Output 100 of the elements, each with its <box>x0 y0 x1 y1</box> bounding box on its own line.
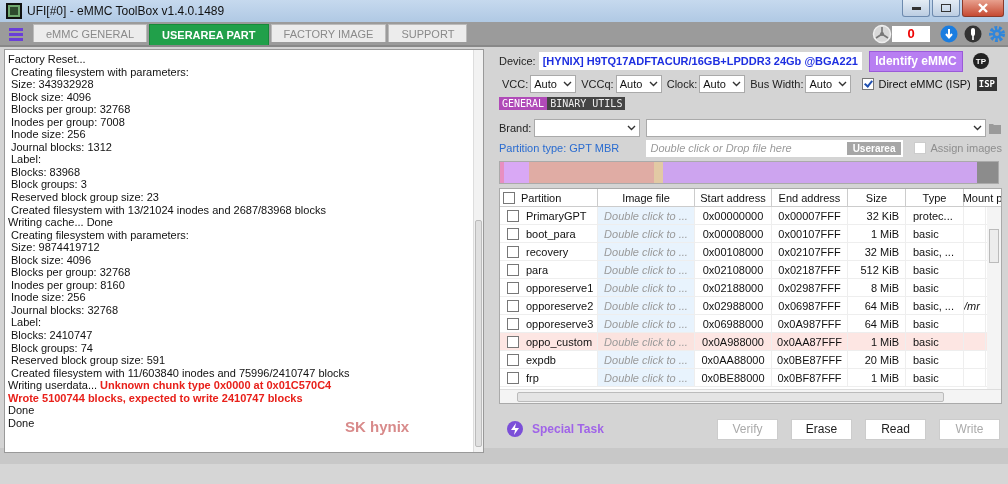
chevron-icon <box>648 81 658 87</box>
table-row[interactable]: oppo_custom Double click to ... 0x0A988000 0x0AA87FFF 1 MiB basic <box>500 333 987 351</box>
table-row[interactable]: frp Double click to ... 0x0BE88000 0x0BF87FFF 1 MiB basic <box>500 369 987 387</box>
row-checkbox[interactable] <box>507 227 519 240</box>
table-cell: opporeserve3 <box>526 317 594 330</box>
table-cell: 0x00108000 <box>702 245 764 258</box>
table-cell: 0x00000000 <box>702 209 764 222</box>
table-cell: basic, ... <box>913 299 954 312</box>
log-line: Blocks per group: 32768 <box>10 103 131 116</box>
column-header[interactable]: Partition <box>500 189 598 206</box>
direct-emmc-checkbox[interactable]: Direct eMMC (ISP) <box>862 78 971 90</box>
table-cell: basic <box>913 371 939 384</box>
table-row[interactable]: boot_para Double click to ... 0x00008000 0x00107FFF 1 MiB basic <box>500 225 987 243</box>
table-cell: 1 MiB <box>870 227 899 240</box>
select-label: Clock: <box>666 78 698 90</box>
log-line: Block size: 4096 <box>10 253 92 267</box>
dropdown[interactable]: Auto <box>615 75 662 93</box>
table-cell: frp <box>526 371 539 384</box>
action-button[interactable]: Erase <box>791 418 852 440</box>
table-cell: /mr <box>964 299 980 312</box>
table-cell: basic <box>913 335 939 348</box>
table-row[interactable]: PrimaryGPT Double click to ... 0x00000000 0x00007FFF 32 KiB protec... <box>500 207 987 225</box>
column-header[interactable]: Start address <box>695 189 772 206</box>
table-row[interactable]: expdb Double click to ... 0x0AA88000 0x0BE87FFF 20 MiB basic <box>500 351 987 369</box>
log-line: Journal blocks: 1312 <box>10 140 112 154</box>
table-row[interactable]: opporeserve2 Double click to ... 0x02988000 0x06987FFF 64 MiB basic, ... /mr <box>500 297 987 315</box>
isp-badge: ISP <box>976 77 997 91</box>
device-label: Device: <box>499 55 536 67</box>
table-cell: 0x02187FFF <box>778 263 841 276</box>
row-checkbox[interactable] <box>507 335 519 348</box>
brand-dropdown[interactable] <box>534 119 641 137</box>
table-cell: 0x02988000 <box>702 299 764 312</box>
log-line: Journal blocks: 32768 <box>10 303 118 317</box>
device-field[interactable]: [HYNIX] H9TQ17ADFTACUR/16GB+LPDDR3 24Gb @BGA221 <box>538 52 862 70</box>
table-cell: 0x00007FFF <box>778 209 841 222</box>
log-line: Size: 343932928 <box>10 78 94 91</box>
dropdown[interactable]: Auto <box>699 75 746 93</box>
log-line: Inodes per group: 7008 <box>10 115 125 129</box>
chevron-icon <box>627 125 637 131</box>
row-checkbox[interactable] <box>507 245 519 258</box>
download-icon[interactable] <box>940 24 958 43</box>
select-label: VCC: <box>502 78 529 90</box>
usb-icon[interactable] <box>964 24 982 43</box>
close-button[interactable] <box>962 0 1004 17</box>
table-cell: basic <box>913 317 939 330</box>
network-icon[interactable] <box>872 23 892 44</box>
row-checkbox[interactable] <box>507 209 519 222</box>
row-checkbox[interactable] <box>507 299 519 312</box>
action-button[interactable]: Read <box>865 418 926 440</box>
app-icon <box>6 3 22 19</box>
table-row[interactable]: opporeserve1 Double click to ... 0x02188000 0x02987FFF 8 MiB basic <box>500 279 987 297</box>
chevron-icon <box>732 81 742 87</box>
table-cell: expdb <box>526 353 556 366</box>
column-header[interactable]: Image file <box>598 189 695 206</box>
table-cell: para <box>526 263 549 276</box>
log-line: Writing userdata... Unknown chunk type 0x0000 at 0x01C570C4 <box>8 379 332 392</box>
log-line: Label: <box>10 153 41 166</box>
tp-badge[interactable]: TP <box>972 53 989 69</box>
log-line: Writing cache... Done <box>8 216 113 229</box>
model-dropdown[interactable] <box>646 119 987 137</box>
maximize-button[interactable] <box>932 0 960 17</box>
column-header[interactable]: Size <box>848 189 906 206</box>
table-cell: 20 MiB <box>864 353 899 366</box>
close-icon <box>977 3 989 13</box>
tab[interactable]: BINARY UTILS <box>547 97 626 110</box>
table-cell: basic, ... <box>913 245 954 258</box>
log-line: Inodes per group: 8160 <box>10 278 125 292</box>
dropdown[interactable]: Auto <box>805 75 852 93</box>
select-label: VCCq: <box>581 78 614 90</box>
table-row[interactable]: para Double click to ... 0x02108000 0x02187FFF 512 KiB basic <box>500 261 987 279</box>
table-cell: 0x0BE87FFF <box>777 353 842 366</box>
tab[interactable]: GENERAL <box>499 97 548 110</box>
table-cell: 0x02987FFF <box>778 281 841 294</box>
log-line: Created filesystem with 13/21024 inodes and 2687/83968 blocks <box>10 203 326 217</box>
row-checkbox[interactable] <box>507 353 519 366</box>
row-checkbox[interactable] <box>507 263 519 276</box>
log-line: Block groups: 74 <box>10 341 93 355</box>
log-line: Done <box>8 404 35 417</box>
table-cell: opporeserve1 <box>526 281 594 294</box>
scrollbar[interactable] <box>473 50 483 452</box>
row-checkbox[interactable] <box>507 317 519 330</box>
table-cell: 0x06988000 <box>702 317 764 330</box>
table-cell: 32 KiB <box>866 209 899 222</box>
select-label: Bus Width: <box>750 78 804 90</box>
dropdown[interactable]: Auto <box>530 75 577 93</box>
scrollbar[interactable] <box>987 207 1001 389</box>
log-line: Inode size: 256 <box>10 128 86 141</box>
minimize-button[interactable] <box>902 0 930 17</box>
column-header[interactable]: Type <box>906 189 964 206</box>
table-row[interactable]: recovery Double click to ... 0x00108000 0x02107FFF 32 MiB basic, ... <box>500 243 987 261</box>
horizontal-scrollbar[interactable] <box>500 389 1001 403</box>
menu-icon[interactable] <box>9 26 23 41</box>
row-checkbox[interactable] <box>507 371 519 384</box>
file-drop-field[interactable]: Double click or Drop file here <box>646 139 847 157</box>
row-checkbox[interactable] <box>507 281 519 294</box>
log-line: Creating filesystem with parameters: <box>10 65 189 79</box>
log-line: Label: <box>10 316 41 330</box>
table-cell: basic <box>913 353 939 366</box>
column-header[interactable]: End address <box>772 189 848 206</box>
table-cell: basic <box>913 263 939 276</box>
